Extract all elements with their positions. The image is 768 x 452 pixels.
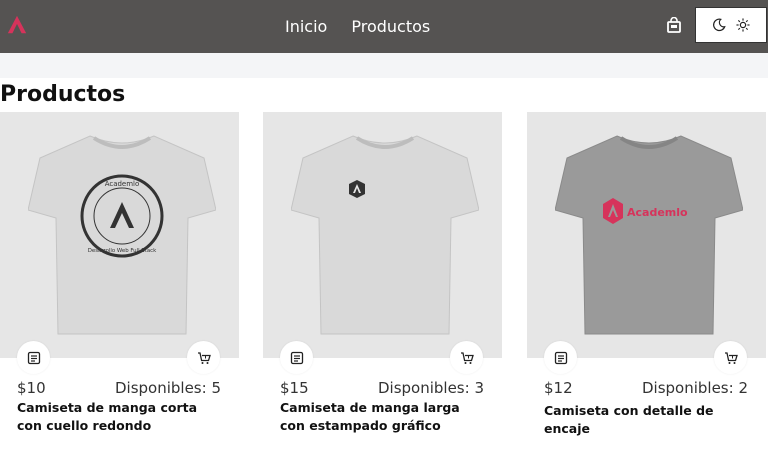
main-nav: Inicio Productos xyxy=(285,17,430,36)
document-icon xyxy=(290,351,303,364)
add-to-cart-button[interactable] xyxy=(450,341,483,374)
product-image[interactable] xyxy=(263,112,502,358)
shirt-print-top-text: Academlo xyxy=(105,180,140,188)
shirt-print-bottom-text: Desarrollo Web Full Stack xyxy=(88,248,157,254)
product-image[interactable]: Academlo xyxy=(527,112,766,358)
cart-add-icon xyxy=(460,351,474,364)
product-details-button[interactable] xyxy=(280,341,313,374)
product-price: $15 xyxy=(280,379,309,397)
price-row: $12 Disponibles: 2 xyxy=(544,379,748,397)
product-stock: Disponibles: 3 xyxy=(377,379,484,397)
shopping-bag-icon[interactable] xyxy=(667,17,681,33)
tshirt-image: Academlo xyxy=(555,135,743,335)
product-details-button[interactable] xyxy=(17,341,50,374)
academlo-logo-icon[interactable] xyxy=(6,14,28,36)
price-row: $15 Disponibles: 3 xyxy=(280,379,484,397)
cart-add-icon xyxy=(724,351,738,364)
product-card[interactable]: Academlo Desarrollo Web Full Stack $10 D… xyxy=(0,112,239,433)
product-stock: Disponibles: 2 xyxy=(641,379,748,397)
header-spacer xyxy=(0,53,768,78)
sun-icon[interactable] xyxy=(736,18,750,32)
product-name: Camiseta de manga larga con estampado gr… xyxy=(280,400,460,433)
shirt-print-text: Academlo xyxy=(627,206,688,219)
page-title: Productos xyxy=(0,82,126,107)
product-image[interactable]: Academlo Desarrollo Web Full Stack xyxy=(0,112,239,358)
product-name: Camiseta con detalle de encaje xyxy=(544,403,714,436)
product-stock: Disponibles: 5 xyxy=(114,379,221,397)
product-name: Camiseta de manga corta con cuello redon… xyxy=(17,400,198,433)
document-icon xyxy=(554,351,567,364)
top-navbar: Inicio Productos xyxy=(0,0,768,53)
product-card[interactable]: $15 Disponibles: 3 Camiseta de manga lar… xyxy=(263,112,502,433)
moon-icon[interactable] xyxy=(712,18,726,32)
document-icon xyxy=(27,351,40,364)
nav-link-productos[interactable]: Productos xyxy=(351,17,430,36)
theme-toggle[interactable] xyxy=(695,7,767,43)
cart-add-icon xyxy=(197,351,211,364)
product-price: $10 xyxy=(17,379,46,397)
tshirt-image xyxy=(291,135,479,335)
product-details-button[interactable] xyxy=(544,341,577,374)
tshirt-image: Academlo Desarrollo Web Full Stack xyxy=(28,135,216,335)
product-card[interactable]: Academlo $12 Disponibles: 2 Camiseta con… xyxy=(527,112,766,436)
price-row: $10 Disponibles: 5 xyxy=(17,379,221,397)
nav-link-inicio[interactable]: Inicio xyxy=(285,17,327,36)
product-price: $12 xyxy=(544,379,573,397)
add-to-cart-button[interactable] xyxy=(187,341,220,374)
add-to-cart-button[interactable] xyxy=(714,341,747,374)
